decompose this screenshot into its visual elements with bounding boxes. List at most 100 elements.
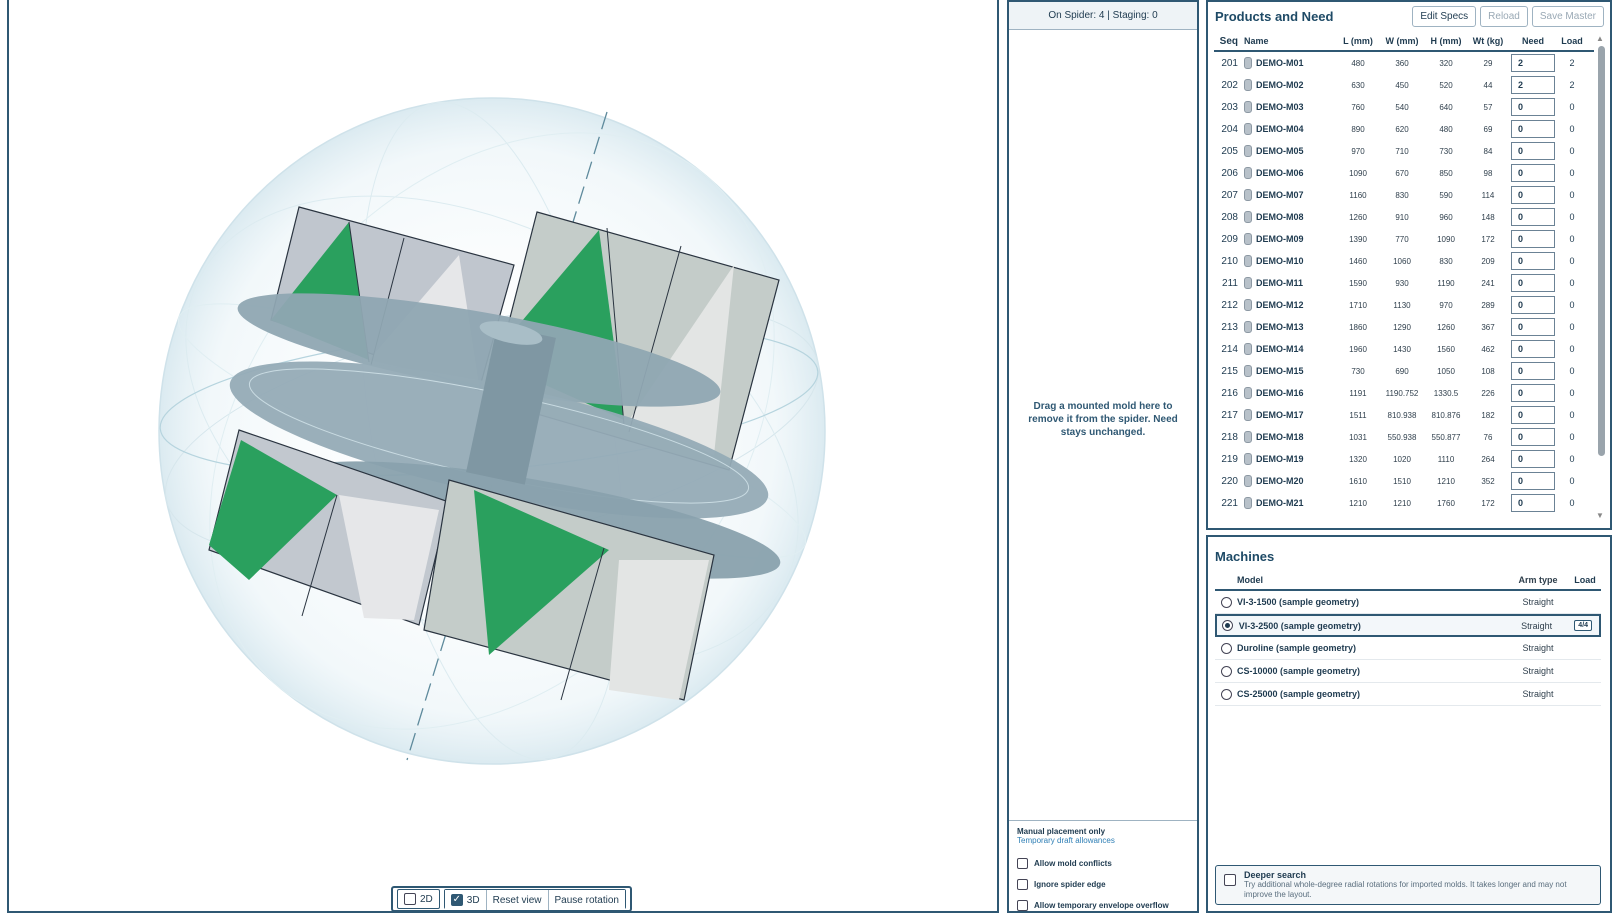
col-weight[interactable]: Wt (kg): [1468, 36, 1508, 46]
need-input[interactable]: 2: [1511, 54, 1555, 72]
row-load: 0: [1569, 124, 1575, 134]
deeper-search-checkbox[interactable]: [1224, 874, 1236, 886]
toggle-2d[interactable]: 2D: [397, 889, 440, 909]
table-row[interactable]: 216 DEMO-M16 1191 1190.752 1330.5 226 0 0: [1214, 382, 1594, 404]
row-name-text: DEMO-M08: [1256, 212, 1304, 222]
need-input[interactable]: 0: [1511, 340, 1555, 358]
need-input[interactable]: 0: [1511, 274, 1555, 292]
need-input[interactable]: 0: [1511, 406, 1555, 424]
machine-row[interactable]: Duroline (sample geometry) Straight: [1215, 637, 1601, 660]
need-input[interactable]: 0: [1511, 450, 1555, 468]
table-row[interactable]: 205 DEMO-M05 970 710 730 84 0 0: [1214, 140, 1594, 162]
products-scrollbar[interactable]: ▲ ▼: [1596, 34, 1606, 520]
need-input[interactable]: 0: [1511, 208, 1555, 226]
toggle-3d[interactable]: 3D: [444, 890, 487, 910]
need-input[interactable]: 0: [1511, 494, 1555, 512]
need-input[interactable]: 0: [1511, 142, 1555, 160]
table-row[interactable]: 204 DEMO-M04 890 620 480 69 0 0: [1214, 118, 1594, 140]
radio-icon[interactable]: [1222, 620, 1234, 631]
machine-radio[interactable]: [1215, 665, 1237, 677]
save-master-button[interactable]: Save Master: [1531, 6, 1604, 27]
deeper-search-option[interactable]: Deeper search Try additional whole-degre…: [1215, 865, 1601, 905]
row-width: 550.938: [1387, 432, 1417, 442]
table-row[interactable]: 218 DEMO-M18 1031 550.938 550.877 76 0 0: [1214, 426, 1594, 448]
table-row[interactable]: 201 DEMO-M01 480 360 320 29 2 2: [1214, 52, 1594, 74]
allow-mold-conflicts-checkbox[interactable]: [1017, 858, 1028, 869]
scroll-down-icon[interactable]: ▼: [1596, 511, 1604, 520]
products-scroll-thumb[interactable]: [1598, 46, 1605, 456]
spider-3d-viewport[interactable]: 2D 3D Reset view Pause rotation: [7, 0, 999, 913]
row-name-text: DEMO-M05: [1256, 146, 1304, 156]
machine-row[interactable]: CS-10000 (sample geometry) Straight: [1215, 660, 1601, 683]
allow-envelope-overflow-checkbox[interactable]: [1017, 900, 1028, 911]
table-row[interactable]: 203 DEMO-M03 760 540 640 57 0 0: [1214, 96, 1594, 118]
radio-icon[interactable]: [1220, 665, 1232, 677]
machine-row[interactable]: CS-25000 (sample geometry) Straight: [1215, 683, 1601, 706]
need-input[interactable]: 0: [1511, 98, 1555, 116]
table-row[interactable]: 221 DEMO-M21 1210 1210 1760 172 0 0: [1214, 492, 1594, 514]
table-row[interactable]: 210 DEMO-M10 1460 1060 830 209 0 0: [1214, 250, 1594, 272]
table-row[interactable]: 219 DEMO-M19 1320 1020 1110 264 0 0: [1214, 448, 1594, 470]
table-row[interactable]: 217 DEMO-M17 1511 810.938 810.876 182 0 0: [1214, 404, 1594, 426]
machine-radio[interactable]: [1215, 596, 1237, 608]
machine-row[interactable]: VI-3-2500 (sample geometry) Straight 4/4: [1215, 614, 1601, 637]
need-input[interactable]: 0: [1511, 120, 1555, 138]
machine-radio[interactable]: [1215, 642, 1237, 654]
toggle-2d-checkbox[interactable]: [404, 893, 416, 905]
col-load[interactable]: Load: [1558, 36, 1586, 46]
radio-icon[interactable]: [1220, 596, 1232, 608]
mold-color-swatch: [1244, 475, 1252, 487]
table-row[interactable]: 212 DEMO-M12 1710 1130 970 289 0 0: [1214, 294, 1594, 316]
table-row[interactable]: 211 DEMO-M11 1590 930 1190 241 0 0: [1214, 272, 1594, 294]
table-row[interactable]: 214 DEMO-M14 1960 1430 1560 462 0 0: [1214, 338, 1594, 360]
need-input[interactable]: 0: [1511, 296, 1555, 314]
products-table: Seq Name L (mm) W (mm) H (mm) Wt (kg) Ne…: [1214, 32, 1594, 520]
staging-panel[interactable]: On Spider: 4 | Staging: 0 Drag a mounted…: [1007, 0, 1199, 913]
machine-row[interactable]: VI-3-1500 (sample geometry) Straight: [1215, 591, 1601, 614]
table-row[interactable]: 213 DEMO-M13 1860 1290 1260 367 0 0: [1214, 316, 1594, 338]
col-width[interactable]: W (mm): [1380, 36, 1424, 46]
row-name: DEMO-M13: [1238, 321, 1336, 333]
spider-scene[interactable]: [9, 0, 997, 911]
reload-button[interactable]: Reload: [1480, 6, 1528, 27]
table-row[interactable]: 215 DEMO-M15 730 690 1050 108 0 0: [1214, 360, 1594, 382]
toggle-3d-checkbox[interactable]: [450, 894, 463, 906]
option-ignore-spider-edge[interactable]: Ignore spider edge: [1017, 874, 1189, 895]
option-allow-mold-conflicts[interactable]: Allow mold conflicts: [1017, 853, 1189, 874]
col-name[interactable]: Name: [1238, 36, 1336, 46]
radio-icon[interactable]: [1220, 688, 1232, 700]
table-row[interactable]: 202 DEMO-M02 630 450 520 44 2 2: [1214, 74, 1594, 96]
machine-radio[interactable]: [1217, 620, 1239, 631]
need-input[interactable]: 0: [1511, 384, 1555, 402]
col-need[interactable]: Need: [1508, 36, 1558, 46]
option-allow-envelope-overflow[interactable]: Allow temporary envelope overflow: [1017, 895, 1189, 916]
need-input[interactable]: 2: [1511, 76, 1555, 94]
need-input[interactable]: 0: [1511, 362, 1555, 380]
edit-specs-button[interactable]: Edit Specs: [1412, 6, 1477, 27]
pause-rotation-button[interactable]: Pause rotation: [548, 890, 625, 910]
need-input[interactable]: 0: [1511, 428, 1555, 446]
need-input[interactable]: 0: [1511, 186, 1555, 204]
row-name-text: DEMO-M18: [1256, 432, 1304, 442]
reset-view-button[interactable]: Reset view: [486, 890, 549, 910]
table-row[interactable]: 208 DEMO-M08 1260 910 960 148 0 0: [1214, 206, 1594, 228]
machine-radio[interactable]: [1215, 688, 1237, 700]
col-length[interactable]: L (mm): [1336, 36, 1380, 46]
table-row[interactable]: 207 DEMO-M07 1160 830 590 114 0 0: [1214, 184, 1594, 206]
need-input[interactable]: 0: [1511, 318, 1555, 336]
row-length: 1390: [1349, 234, 1367, 244]
table-row[interactable]: 220 DEMO-M20 1610 1510 1210 352 0 0: [1214, 470, 1594, 492]
need-input[interactable]: 0: [1511, 230, 1555, 248]
row-length: 1191: [1349, 388, 1367, 398]
need-input[interactable]: 0: [1511, 252, 1555, 270]
table-row[interactable]: 206 DEMO-M06 1090 670 850 98 0 0: [1214, 162, 1594, 184]
radio-icon[interactable]: [1220, 642, 1232, 654]
row-height: 1260: [1437, 322, 1455, 332]
col-seq[interactable]: Seq: [1214, 36, 1238, 47]
need-input[interactable]: 0: [1511, 164, 1555, 182]
scroll-up-icon[interactable]: ▲: [1596, 34, 1604, 43]
col-height[interactable]: H (mm): [1424, 36, 1468, 46]
need-input[interactable]: 0: [1511, 472, 1555, 490]
table-row[interactable]: 209 DEMO-M09 1390 770 1090 172 0 0: [1214, 228, 1594, 250]
ignore-spider-edge-checkbox[interactable]: [1017, 879, 1028, 890]
